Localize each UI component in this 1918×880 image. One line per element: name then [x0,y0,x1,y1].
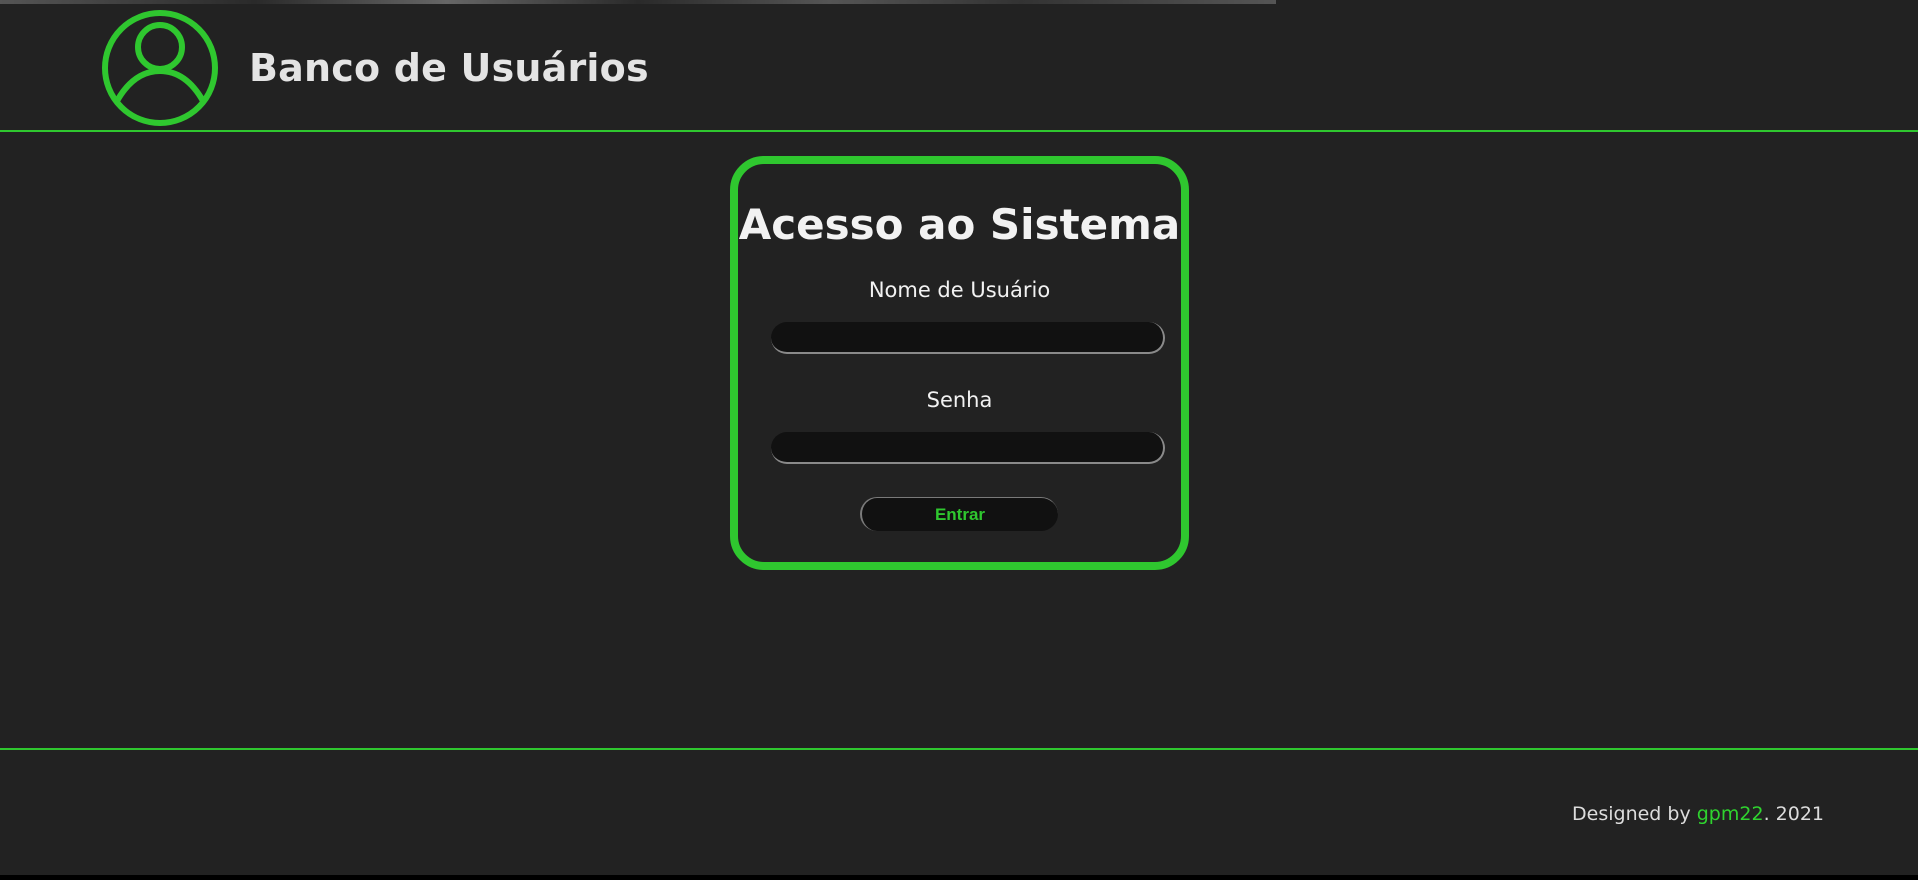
site-title: Banco de Usuários [249,46,649,90]
password-label: Senha [926,388,993,412]
site-footer: Designed by gpm22. 2021 [0,748,1918,877]
login-button[interactable]: Entrar [860,497,1058,531]
login-card: Acesso ao Sistema Nome de Usuário Senha … [730,156,1189,570]
user-circle-icon [101,9,219,127]
credit-suffix: . 2021 [1763,803,1824,825]
site-header: Banco de Usuários [0,4,1918,132]
username-label: Nome de Usuário [868,278,1051,302]
credit-prefix: Designed by [1572,803,1697,825]
author-link[interactable]: gpm22 [1697,803,1764,825]
password-input[interactable] [771,432,1165,464]
page: Banco de Usuários Acesso ao Sistema Nome… [0,0,1918,875]
login-title: Acesso ao Sistema [738,200,1181,249]
footer-credit: Designed by gpm22. 2021 [1572,803,1824,825]
username-input[interactable] [771,322,1165,354]
